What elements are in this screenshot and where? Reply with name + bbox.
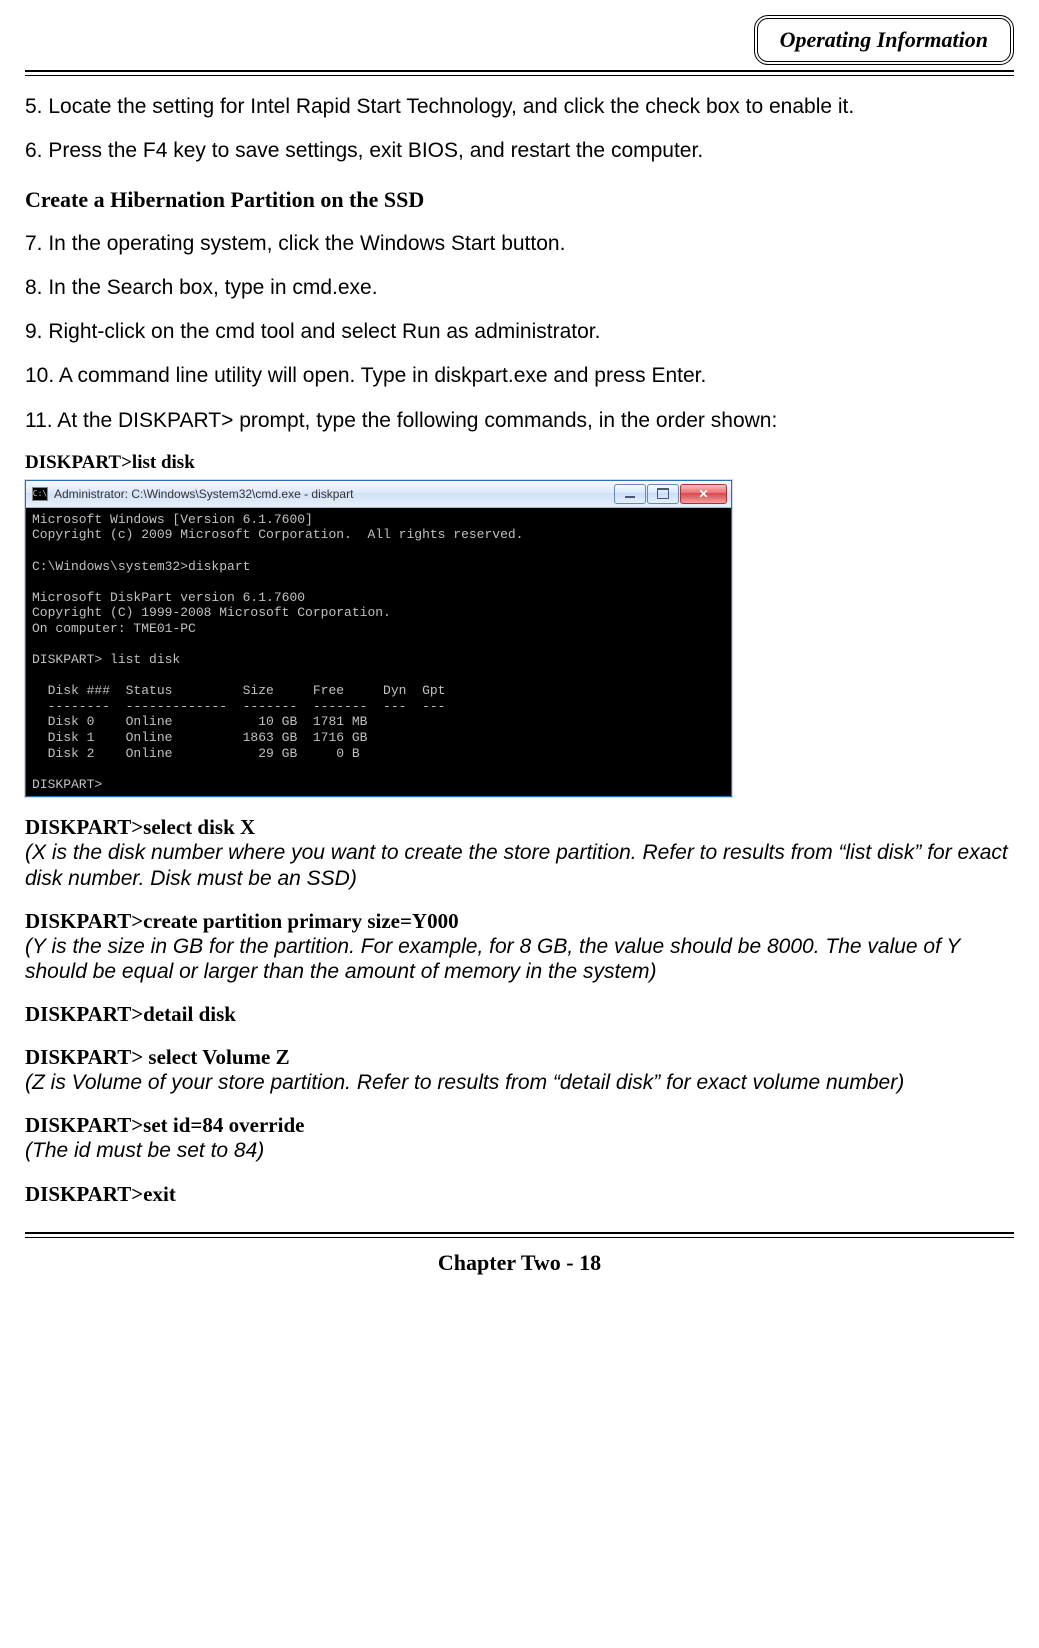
close-icon: ✕ (698, 488, 708, 500)
section-heading: Create a Hibernation Partition on the SS… (25, 187, 1014, 213)
header-rule (25, 70, 1014, 76)
window-controls: ✕ (614, 484, 727, 504)
step-9: 9. Right-click on the cmd tool and selec… (25, 319, 1014, 345)
footer-rule (25, 1232, 1014, 1238)
window-titlebar: C:\ Administrator: C:\Windows\System32\c… (26, 481, 731, 508)
cmd-exit: DISKPART>exit (25, 1182, 1014, 1207)
cmd-icon: C:\ (32, 487, 48, 501)
step-11: 11. At the DISKPART> prompt, type the fo… (25, 408, 1014, 434)
cmd-select-disk: DISKPART>select disk X (25, 815, 1014, 840)
page-header: Operating Information (25, 20, 1014, 76)
step-5: 5. Locate the setting for Intel Rapid St… (25, 94, 1014, 120)
cmd-set-id: DISKPART>set id=84 override (25, 1113, 1014, 1138)
step-8: 8. In the Search box, type in cmd.exe. (25, 275, 1014, 301)
step-10: 10. A command line utility will open. Ty… (25, 363, 1014, 389)
cmd-set-id-note: (The id must be set to 84) (25, 1138, 1014, 1163)
cmd-create-partition-note: (Y is the size in GB for the partition. … (25, 934, 1014, 984)
step-6: 6. Press the F4 key to save settings, ex… (25, 138, 1014, 164)
header-badge: Operating Information (754, 15, 1014, 65)
cmd-select-volume: DISKPART> select Volume Z (25, 1045, 1014, 1070)
cmd-select-disk-note: (X is the disk number where you want to … (25, 840, 1014, 890)
minimize-button[interactable] (614, 484, 646, 504)
command-prompt-window: C:\ Administrator: C:\Windows\System32\c… (25, 480, 732, 798)
step-7: 7. In the operating system, click the Wi… (25, 231, 1014, 257)
close-button[interactable]: ✕ (680, 484, 727, 504)
page-footer: Chapter Two - 18 (25, 1250, 1014, 1301)
maximize-button[interactable] (647, 484, 679, 504)
cmd-select-volume-note: (Z is Volume of your store partition. Re… (25, 1070, 1014, 1095)
window-title: Administrator: C:\Windows\System32\cmd.e… (54, 487, 614, 501)
maximize-icon (657, 488, 669, 499)
minimize-icon (625, 496, 635, 498)
diskpart-list-disk-label: DISKPART>list disk (25, 452, 1014, 474)
cmd-create-partition: DISKPART>create partition primary size=Y… (25, 909, 1014, 934)
cmd-detail-disk: DISKPART>detail disk (25, 1002, 1014, 1027)
terminal-output: Microsoft Windows [Version 6.1.7600] Cop… (26, 508, 731, 797)
